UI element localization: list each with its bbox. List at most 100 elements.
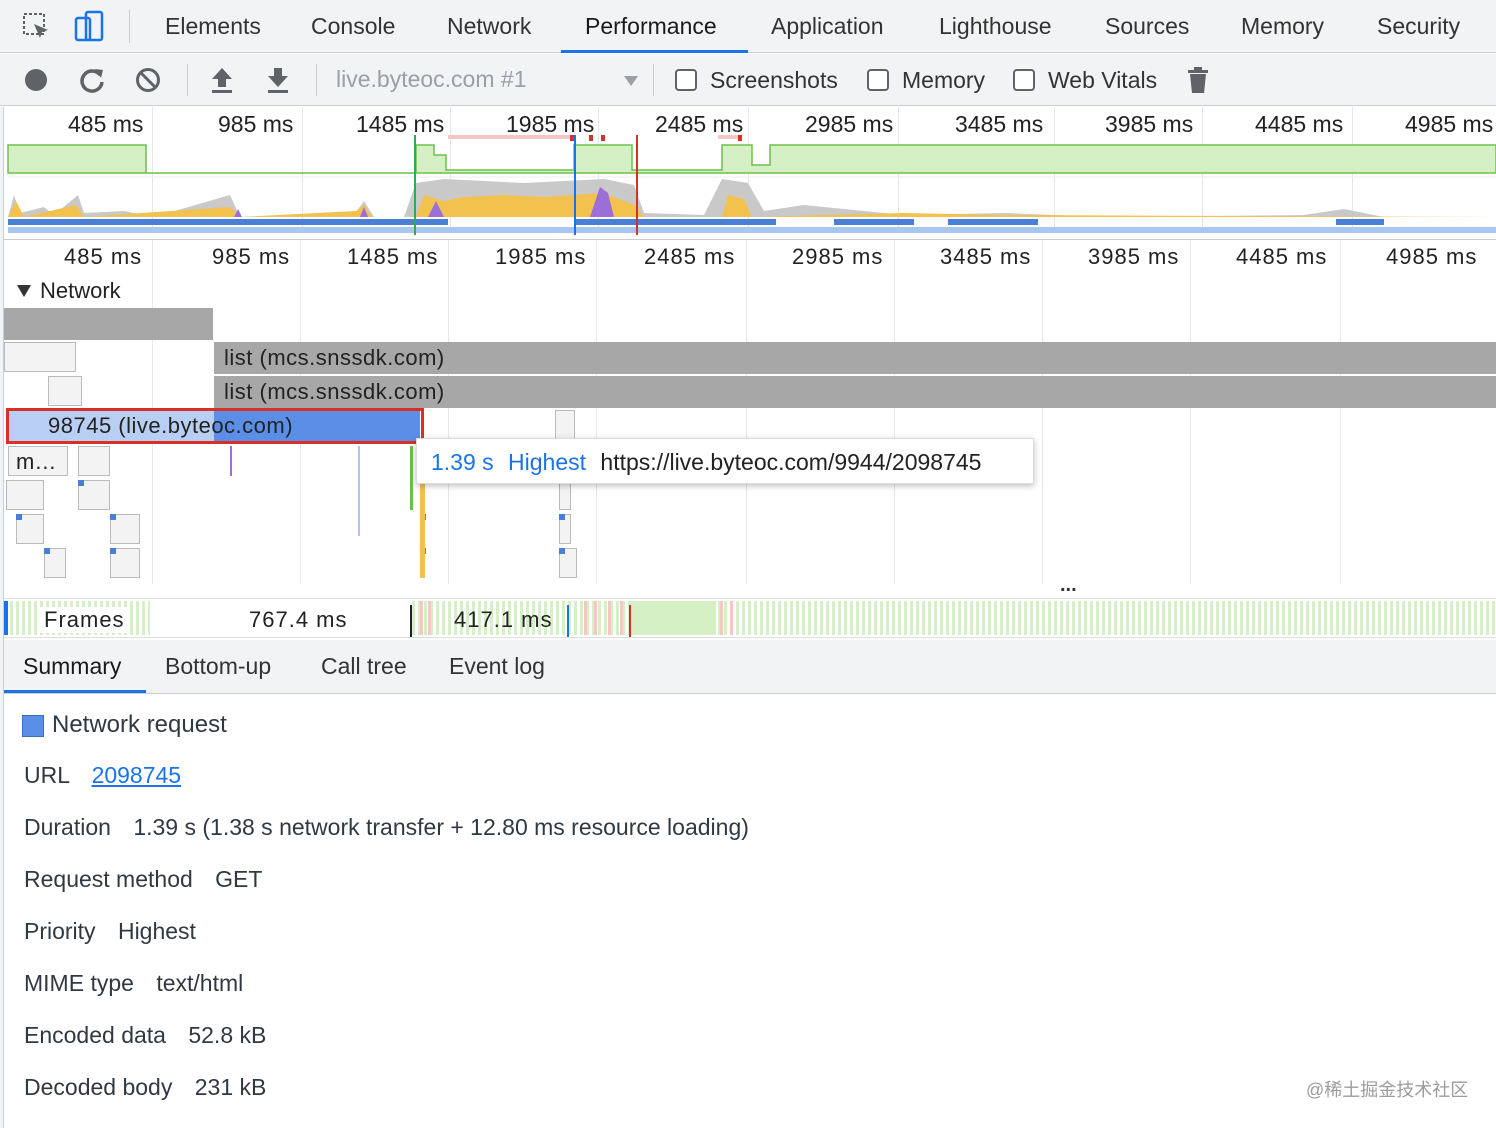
- summary-row-mime: MIME type text/html: [24, 970, 243, 997]
- url-link[interactable]: 2098745: [92, 762, 182, 788]
- clear-icon[interactable]: [135, 67, 161, 98]
- web-vitals-label: Web Vitals: [1048, 67, 1158, 93]
- timeline-overview[interactable]: 485 ms 985 ms 1485 ms 1985 ms 2485 ms 29…: [4, 107, 1496, 240]
- summary-title: Network request: [52, 711, 227, 738]
- summary-value: Highest: [117, 918, 196, 944]
- tooltip-priority: Highest: [508, 449, 587, 475]
- summary-panel: Network request URL 2098745 Duration 1.3…: [4, 695, 1496, 1128]
- web-vitals-checkbox[interactable]: [1013, 69, 1035, 91]
- active-tab-indicator: [561, 50, 748, 53]
- tooltip-url: https://live.byteoc.com/9944/2098745: [600, 449, 982, 475]
- trash-icon[interactable]: [1187, 66, 1209, 99]
- summary-row-duration: Duration 1.39 s (1.38 s network transfer…: [24, 814, 749, 841]
- upload-profile-icon[interactable]: [209, 66, 235, 99]
- tab-summary[interactable]: Summary: [23, 640, 121, 693]
- chevron-down-icon[interactable]: [623, 74, 639, 92]
- watermark: @稀土掘金技术社区: [1306, 1080, 1469, 1100]
- performance-toolbar: live.byteoc.com #1 Screenshots Memory We…: [0, 54, 1496, 106]
- tab-event-log[interactable]: Event log: [449, 640, 545, 693]
- overview-tick: 1985 ms: [506, 111, 595, 137]
- details-tab-bar: Summary Bottom-up Call tree Event log: [4, 640, 1496, 694]
- record-icon[interactable]: [24, 68, 48, 97]
- summary-value: 1.39 s (1.38 s network transfer + 12.80 …: [133, 814, 749, 840]
- timeline-tick: 985 ms: [212, 244, 291, 269]
- network-request-bar[interactable]: [4, 342, 76, 372]
- timeline-tick: 1985 ms: [495, 244, 587, 269]
- timeline-tick: 2485 ms: [644, 244, 736, 269]
- memory-label: Memory: [902, 67, 986, 93]
- tab-application[interactable]: Application: [771, 0, 884, 52]
- overview-tick: 4985 ms: [1405, 111, 1494, 137]
- summary-row-decoded: Decoded body 231 kB: [24, 1074, 266, 1101]
- tab-lighthouse[interactable]: Lighthouse: [939, 0, 1052, 52]
- summary-row-method: Request method GET: [24, 866, 262, 893]
- summary-key: MIME type: [24, 970, 134, 996]
- overview-tick: 1485 ms: [356, 111, 445, 137]
- tab-console[interactable]: Console: [311, 0, 395, 52]
- network-track-label[interactable]: Network: [40, 278, 121, 304]
- active-details-tab-indicator: [4, 690, 146, 693]
- frame-duration: 417.1 ms: [454, 607, 553, 632]
- frames-track[interactable]: Frames 767.4 ms 417.1 ms: [4, 598, 1496, 638]
- left-edge-border: [0, 107, 4, 1128]
- tab-performance[interactable]: Performance: [585, 0, 717, 52]
- overview-tick: 485 ms: [68, 111, 144, 137]
- tab-sources[interactable]: Sources: [1105, 0, 1189, 52]
- summary-value: text/html: [156, 970, 244, 996]
- network-request-bar[interactable]: [78, 446, 110, 476]
- summary-row-priority: Priority Highest: [24, 918, 196, 945]
- summary-key: Decoded body: [24, 1074, 173, 1100]
- tab-elements[interactable]: Elements: [165, 0, 261, 52]
- summary-value: GET: [215, 866, 263, 892]
- summary-value: 231 kB: [194, 1074, 267, 1100]
- tab-call-tree[interactable]: Call tree: [321, 640, 407, 693]
- summary-value: 52.8 kB: [188, 1022, 267, 1048]
- network-request-bar[interactable]: [6, 480, 44, 510]
- overview-tick: 3985 ms: [1105, 111, 1194, 137]
- overview-tick: 2985 ms: [805, 111, 894, 137]
- frames-strip: [4, 599, 1496, 637]
- fps-cpu-overview-graph: [7, 135, 1496, 235]
- tab-bottom-up[interactable]: Bottom-up: [165, 640, 271, 693]
- timeline-tick: 485 ms: [64, 244, 143, 269]
- selection-highlight: [6, 408, 424, 444]
- device-toolbar-icon[interactable]: [74, 10, 106, 44]
- summary-key: Request method: [24, 866, 193, 892]
- frame-duration: 767.4 ms: [249, 607, 348, 632]
- memory-checkbox[interactable]: [867, 69, 889, 91]
- network-request-bar[interactable]: [555, 410, 575, 440]
- summary-key: URL: [24, 762, 70, 788]
- overview-tick: 3485 ms: [955, 111, 1044, 137]
- network-row-bar[interactable]: [4, 308, 213, 340]
- network-request-bar[interactable]: [48, 376, 82, 406]
- network-request-swatch: [22, 715, 44, 737]
- target-select[interactable]: live.byteoc.com #1: [336, 66, 526, 93]
- timeline-tick: 3985 ms: [1088, 244, 1180, 269]
- tab-security[interactable]: Security: [1377, 0, 1460, 52]
- main-timeline[interactable]: 485 ms 985 ms 1485 ms 1985 ms 2485 ms 29…: [4, 240, 1496, 596]
- overview-tick: 2485 ms: [655, 111, 744, 137]
- summary-key: Encoded data: [24, 1022, 166, 1048]
- reload-record-icon[interactable]: [79, 67, 105, 98]
- network-request-bar[interactable]: list (mcs.snssdk.com): [214, 376, 1496, 408]
- timeline-tick: 1485 ms: [347, 244, 439, 269]
- summary-key: Priority: [24, 918, 96, 944]
- devtools-tab-bar: Elements Console Network Performance App…: [0, 0, 1496, 53]
- frames-label[interactable]: Frames: [40, 607, 129, 633]
- timeline-tick: 4985 ms: [1386, 244, 1478, 269]
- inspect-element-icon[interactable]: [22, 12, 52, 42]
- screenshots-label: Screenshots: [710, 67, 838, 93]
- timeline-tick: 4485 ms: [1236, 244, 1328, 269]
- truncated-request-label: m…: [16, 449, 57, 474]
- tab-memory[interactable]: Memory: [1241, 0, 1324, 52]
- summary-row-url: URL 2098745: [24, 762, 181, 789]
- summary-key: Duration: [24, 814, 111, 840]
- more-rows-ellipsis[interactable]: ...: [1060, 574, 1077, 597]
- tab-network[interactable]: Network: [447, 0, 531, 52]
- download-profile-icon[interactable]: [265, 66, 291, 99]
- expand-triangle-icon[interactable]: [16, 284, 32, 303]
- network-request-bar[interactable]: list (mcs.snssdk.com): [214, 342, 1496, 374]
- overview-tick: 985 ms: [218, 111, 294, 137]
- tooltip-duration: 1.39 s: [431, 449, 494, 475]
- screenshots-checkbox[interactable]: [675, 69, 697, 91]
